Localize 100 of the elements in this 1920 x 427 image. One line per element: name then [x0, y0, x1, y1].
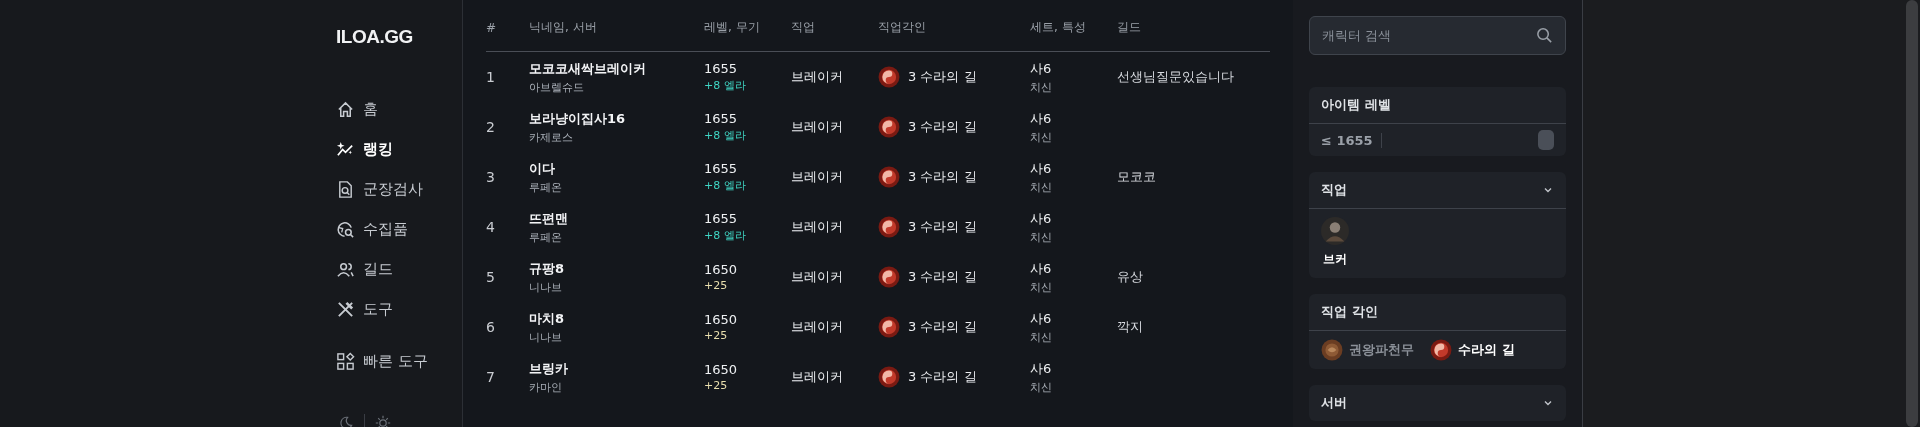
trait-name: 치신 — [1030, 129, 1053, 145]
search-field[interactable]: 캐릭터 검색 — [1309, 16, 1566, 55]
server-name: 니나브 — [529, 329, 563, 345]
nav-item[interactable]: 도구 — [336, 297, 393, 321]
server-name: 루페온 — [529, 179, 563, 195]
item-level: 1655 — [704, 111, 739, 126]
document-search-icon — [336, 179, 355, 199]
level-reading: ≤ 1655 — [1321, 132, 1382, 148]
item-level: 1650 — [704, 362, 739, 377]
engraving-name: 3 수라의 길 — [908, 168, 977, 186]
rank-number: 1 — [486, 69, 496, 85]
filter-title: 아이템 레벨 — [1321, 96, 1391, 114]
set-name: 사6 — [1030, 159, 1053, 178]
filter-header[interactable]: 직업 — [1309, 172, 1566, 209]
class-name: 브레이커 — [791, 318, 844, 336]
server-name: 루페온 — [529, 229, 563, 245]
set-name: 사6 — [1030, 259, 1053, 278]
guild-name: 모코코 — [1117, 168, 1157, 186]
weapon-level: +25 — [704, 329, 729, 342]
column-header: 레벨, 무기 — [704, 19, 761, 36]
server-name: 아브렐슈드 — [529, 79, 585, 95]
class-option[interactable]: 브커 — [1321, 217, 1349, 268]
column-header: # — [486, 20, 498, 35]
character-name[interactable]: 뜨편맨 — [529, 209, 704, 228]
orb-icon — [878, 366, 900, 388]
server-name: 카제로스 — [529, 129, 574, 145]
item-level: 1655 — [704, 61, 739, 76]
orb-icon — [1430, 339, 1452, 361]
rank-number: 6 — [486, 319, 496, 335]
guild-name: 선생님질문있습니다 — [1117, 68, 1235, 86]
nav-item[interactable]: 길드 — [336, 257, 393, 281]
rank-number: 2 — [486, 119, 496, 135]
trait-name: 치신 — [1030, 229, 1053, 245]
class-name: 브레이커 — [791, 368, 844, 386]
orb-icon — [878, 66, 900, 88]
engraving-name: 3 수라의 길 — [908, 118, 977, 136]
slider-thumb[interactable] — [1538, 130, 1554, 150]
engraving-option[interactable]: 권왕파천무 — [1321, 339, 1414, 361]
nav-item[interactable]: 랭킹 — [336, 137, 393, 161]
scrollbar[interactable] — [1906, 0, 1918, 427]
orb-icon — [1321, 339, 1343, 361]
class-name: 브레이커 — [791, 268, 844, 286]
home-icon — [336, 99, 355, 119]
engraving-option[interactable]: 수라의 길 — [1430, 339, 1515, 361]
avatar-icon — [1321, 217, 1349, 245]
rank-number: 5 — [486, 269, 496, 285]
server-name: 니나브 — [529, 279, 563, 295]
engraving-name: 3 수라의 길 — [908, 268, 977, 286]
item-level: 1655 — [704, 211, 739, 226]
character-name[interactable]: 보라냥이집사16 — [529, 109, 704, 128]
engraving-name: 3 수라의 길 — [908, 318, 977, 336]
column-header: 길드 — [1117, 19, 1142, 36]
class-name: 브레이커 — [791, 218, 844, 236]
grid-shapes-icon — [336, 351, 355, 371]
trait-name: 치신 — [1030, 329, 1053, 345]
rank-number: 4 — [486, 219, 496, 235]
weapon-level: +25 — [704, 379, 729, 392]
server-name: 카마인 — [529, 379, 563, 395]
nav-item[interactable]: 군장검사 — [336, 177, 423, 201]
engraving-name: 3 수라의 길 — [908, 68, 977, 86]
column-header: 닉네임, 서버 — [529, 19, 598, 36]
rank-number: 7 — [486, 369, 496, 385]
character-name[interactable]: 브링카 — [529, 359, 704, 378]
set-name: 사6 — [1030, 109, 1053, 128]
engraving-name: 3 수라의 길 — [908, 368, 977, 386]
class-name: 브레이커 — [791, 168, 844, 186]
trait-name: 치신 — [1030, 79, 1053, 95]
set-name: 사6 — [1030, 59, 1053, 78]
orb-icon — [878, 116, 900, 138]
column-header: 직업 — [791, 19, 816, 36]
filter-header[interactable]: 서버 — [1309, 385, 1566, 421]
column-header: 직업각인 — [878, 19, 927, 36]
item-level: 1650 — [704, 312, 739, 327]
orb-icon — [878, 316, 900, 338]
sun-icon[interactable] — [375, 415, 391, 427]
filter-title: 직업 각인 — [1321, 303, 1378, 321]
weapon-level: +8 엘라 — [704, 128, 747, 143]
weapon-level: +25 — [704, 279, 729, 292]
orb-icon — [878, 166, 900, 188]
set-name: 사6 — [1030, 209, 1053, 228]
trait-name: 치신 — [1030, 279, 1053, 295]
character-name[interactable]: 마치8 — [529, 309, 704, 328]
moon-icon[interactable] — [338, 415, 354, 427]
guild-name: 깍지 — [1117, 318, 1144, 336]
character-name[interactable]: 이다 — [529, 159, 704, 178]
nav-item[interactable]: 빠른 도구 — [336, 349, 428, 373]
site-logo[interactable]: ILOA.GG — [336, 26, 413, 48]
nav-item[interactable]: 수집품 — [336, 217, 408, 241]
weapon-level: +8 엘라 — [704, 178, 747, 193]
item-level: 1650 — [704, 262, 739, 277]
set-name: 사6 — [1030, 359, 1053, 378]
character-name[interactable]: 모코코새싹브레이커 — [529, 59, 704, 78]
orb-icon — [878, 266, 900, 288]
rank-number: 3 — [486, 169, 496, 185]
trait-name: 치신 — [1030, 179, 1053, 195]
search-icon[interactable] — [1535, 26, 1554, 45]
character-name[interactable]: 규팡8 — [529, 259, 704, 278]
globe-search-icon — [336, 219, 355, 239]
weapon-level: +8 엘라 — [704, 228, 747, 243]
nav-item[interactable]: 홈 — [336, 97, 378, 121]
